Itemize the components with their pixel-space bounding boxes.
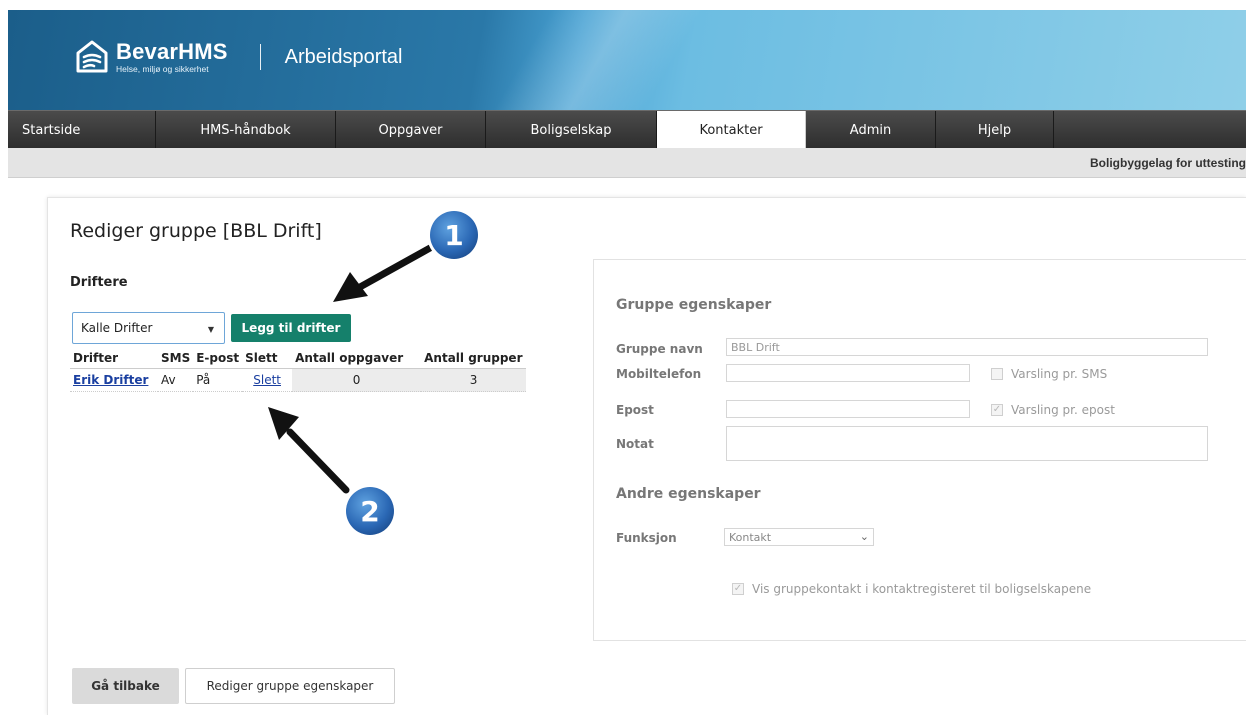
email-label: Epost — [616, 403, 654, 417]
organization-name: Boligbyggelag for uttesting — [1090, 156, 1246, 170]
sms-status: Av — [158, 368, 194, 392]
house-logo-icon — [76, 40, 108, 73]
email-status: På — [193, 368, 243, 392]
mobile-label: Mobiltelefon — [616, 367, 702, 381]
drivers-table: Drifter SMS E-post Slett Antall oppgaver… — [70, 349, 527, 392]
sms-notify-checkbox[interactable]: Varsling pr. SMS — [991, 367, 1107, 381]
sms-notify-label: Varsling pr. SMS — [1011, 367, 1108, 381]
header-banner: BevarHMS Helse, miljø og sikkerhet Arbei… — [8, 10, 1246, 110]
column-header: E-post — [193, 349, 243, 369]
add-driver-button[interactable]: Legg til drifter — [231, 314, 351, 342]
email-notify-label: Varsling pr. epost — [1011, 403, 1115, 417]
note-textarea[interactable] — [726, 426, 1208, 461]
nav-item-kontakter[interactable]: Kontakter — [657, 111, 806, 149]
edit-group-card: Rediger gruppe [BBL Drift] Driftere Kall… — [47, 197, 1246, 715]
header-divider — [259, 44, 261, 70]
function-select[interactable]: Kontakt ⌄ — [724, 528, 874, 546]
group-name-input[interactable]: BBL Drift — [726, 338, 1208, 356]
column-header: SMS — [158, 349, 194, 369]
properties-heading: Gruppe egenskaper — [616, 297, 772, 313]
nav-item-hms-handbok[interactable]: HMS-håndbok — [156, 111, 336, 149]
portal-title: Arbeidsportal — [284, 45, 403, 68]
group-count: 3 — [421, 368, 527, 392]
driver-select[interactable]: Kalle Drifter ▼ — [72, 312, 225, 344]
show-contact-label: Vis gruppekontakt i kontaktregisteret ti… — [752, 582, 1092, 596]
header-sheen — [438, 10, 758, 110]
column-header: Antall grupper — [421, 349, 527, 369]
checkbox-icon — [991, 368, 1003, 380]
org-bar: Boligbyggelag for uttesting — [8, 148, 1246, 178]
edit-group-properties-button[interactable]: Rediger gruppe egenskaper — [185, 668, 395, 704]
column-header: Slett — [242, 349, 293, 369]
email-notify-checkbox[interactable]: ✓ Varsling pr. epost — [991, 403, 1115, 417]
table-row: Erik Drifter Av På Slett 0 3 — [70, 368, 527, 392]
checkmark-icon: ✓ — [732, 583, 744, 595]
show-contact-checkbox[interactable]: ✓ Vis gruppekontakt i kontaktregisteret … — [732, 582, 1091, 596]
caret-down-icon: ▼ — [207, 325, 214, 334]
task-count: 0 — [292, 368, 422, 392]
checkmark-icon: ✓ — [991, 404, 1003, 416]
other-properties-heading: Andre egenskaper — [616, 486, 761, 502]
nav-item-admin[interactable]: Admin — [806, 111, 936, 149]
table-header-row: Drifter SMS E-post Slett Antall oppgaver… — [70, 349, 527, 369]
note-label: Notat — [616, 437, 654, 451]
column-header: Antall oppgaver — [292, 349, 422, 369]
nav-item-hjelp[interactable]: Hjelp — [936, 111, 1054, 149]
mobile-input[interactable] — [726, 364, 970, 382]
function-label: Funksjon — [616, 531, 677, 545]
page-title: Rediger gruppe [BBL Drift] — [70, 220, 322, 242]
brand-tagline: Helse, miljø og sikkerhet — [116, 63, 209, 74]
brand-name: BevarHMS — [116, 38, 228, 64]
nav-item-oppgaver[interactable]: Oppgaver — [336, 111, 486, 149]
group-properties-panel: Gruppe egenskaper Gruppe navn BBL Drift … — [593, 259, 1246, 641]
group-name-label: Gruppe navn — [616, 342, 703, 356]
driver-select-value: Kalle Drifter — [81, 321, 153, 335]
driver-name-link[interactable]: Erik Drifter — [73, 373, 148, 387]
drivers-section-title: Driftere — [70, 275, 128, 290]
column-header: Drifter — [70, 349, 158, 369]
nav-item-boligselskap[interactable]: Boligselskap — [486, 111, 657, 149]
main-nav: Startside HMS-håndbok Oppgaver Boligsels… — [8, 110, 1246, 149]
delete-driver-link[interactable]: Slett — [253, 373, 281, 387]
brand-logo[interactable]: BevarHMS Helse, miljø og sikkerhet Arbei… — [76, 40, 403, 74]
function-select-value: Kontakt — [729, 530, 772, 544]
chevron-down-icon: ⌄ — [859, 530, 869, 543]
nav-item-startside[interactable]: Startside — [8, 111, 156, 149]
back-button[interactable]: Gå tilbake — [72, 668, 179, 704]
email-input[interactable] — [726, 400, 970, 418]
